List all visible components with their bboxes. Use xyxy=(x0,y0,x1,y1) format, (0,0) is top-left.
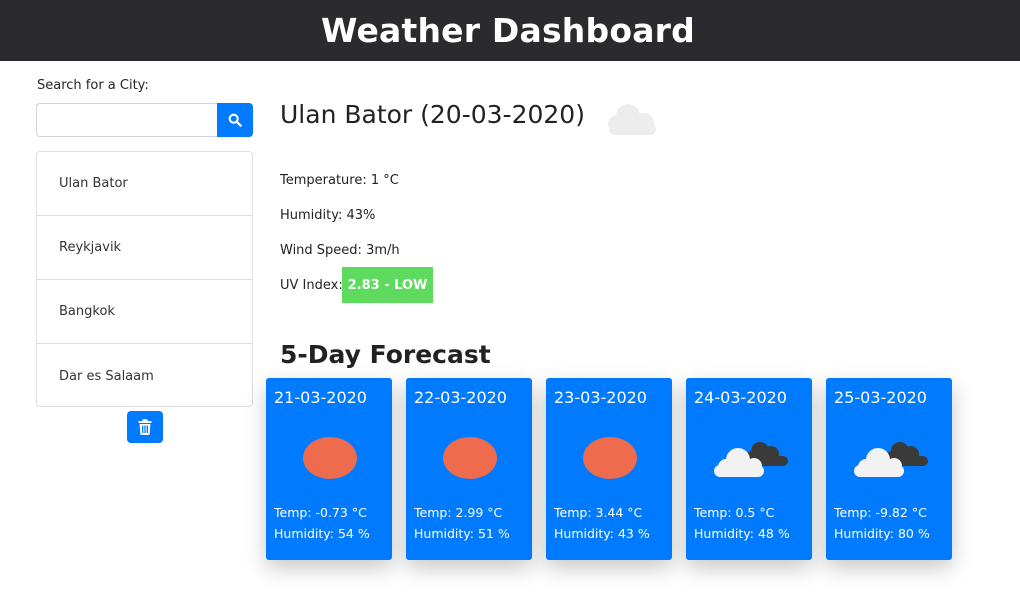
current-humidity: Humidity: 43% xyxy=(280,208,376,223)
clouds-icon xyxy=(854,442,928,477)
search-icon xyxy=(228,113,242,127)
forecast-humidity: Humidity: 80 % xyxy=(834,526,930,541)
forecast-temp: Temp: 2.99 °C xyxy=(414,505,503,520)
forecast-humidity: Humidity: 48 % xyxy=(694,526,790,541)
forecast-temp: Temp: 0.5 °C xyxy=(694,505,775,520)
search-label: Search for a City: xyxy=(37,78,149,93)
forecast-title: 5-Day Forecast xyxy=(280,340,491,369)
city-item-ulan-bator[interactable]: Ulan Bator xyxy=(37,152,252,216)
forecast-card: 25-03-2020 Temp: -9.82 °C Humidity: 80 % xyxy=(826,378,952,560)
forecast-temp: Temp: -0.73 °C xyxy=(274,505,367,520)
app-header: Weather Dashboard xyxy=(0,0,1020,61)
forecast-date: 25-03-2020 xyxy=(834,388,927,407)
current-city-title: Ulan Bator (20-03-2020) xyxy=(280,100,585,129)
forecast-date: 23-03-2020 xyxy=(554,388,647,407)
forecast-humidity: Humidity: 54 % xyxy=(274,526,370,541)
city-item-dar-es-salaam[interactable]: Dar es Salaam xyxy=(37,344,252,408)
search-button[interactable] xyxy=(217,103,253,137)
city-history-list: Ulan Bator Reykjavik Bangkok Dar es Sala… xyxy=(36,151,253,407)
uv-index-label: UV Index: xyxy=(280,278,343,293)
search-input[interactable] xyxy=(36,103,217,137)
forecast-date: 22-03-2020 xyxy=(414,388,507,407)
sun-icon xyxy=(443,437,497,479)
uv-index-badge: 2.83 - LOW xyxy=(342,267,433,303)
forecast-card: 22-03-2020 Temp: 2.99 °C Humidity: 51 % xyxy=(406,378,532,560)
current-temperature: Temperature: 1 °C xyxy=(280,173,399,188)
forecast-date: 21-03-2020 xyxy=(274,388,367,407)
forecast-humidity: Humidity: 43 % xyxy=(554,526,650,541)
current-wind-speed: Wind Speed: 3m/h xyxy=(280,243,400,258)
sun-icon xyxy=(303,437,357,479)
forecast-humidity: Humidity: 51 % xyxy=(414,526,510,541)
clouds-icon xyxy=(714,442,788,477)
city-item-bangkok[interactable]: Bangkok xyxy=(37,280,252,344)
forecast-temp: Temp: 3.44 °C xyxy=(554,505,643,520)
sun-icon xyxy=(583,437,637,479)
forecast-date: 24-03-2020 xyxy=(694,388,787,407)
trash-icon xyxy=(138,419,152,435)
forecast-temp: Temp: -9.82 °C xyxy=(834,505,927,520)
clear-history-button[interactable] xyxy=(127,411,163,443)
forecast-card: 21-03-2020 Temp: -0.73 °C Humidity: 54 % xyxy=(266,378,392,560)
forecast-card: 24-03-2020 Temp: 0.5 °C Humidity: 48 % xyxy=(686,378,812,560)
forecast-card: 23-03-2020 Temp: 3.44 °C Humidity: 43 % xyxy=(546,378,672,560)
city-item-reykjavik[interactable]: Reykjavik xyxy=(37,216,252,280)
page-title: Weather Dashboard xyxy=(321,11,695,50)
cloud-icon xyxy=(608,104,656,135)
